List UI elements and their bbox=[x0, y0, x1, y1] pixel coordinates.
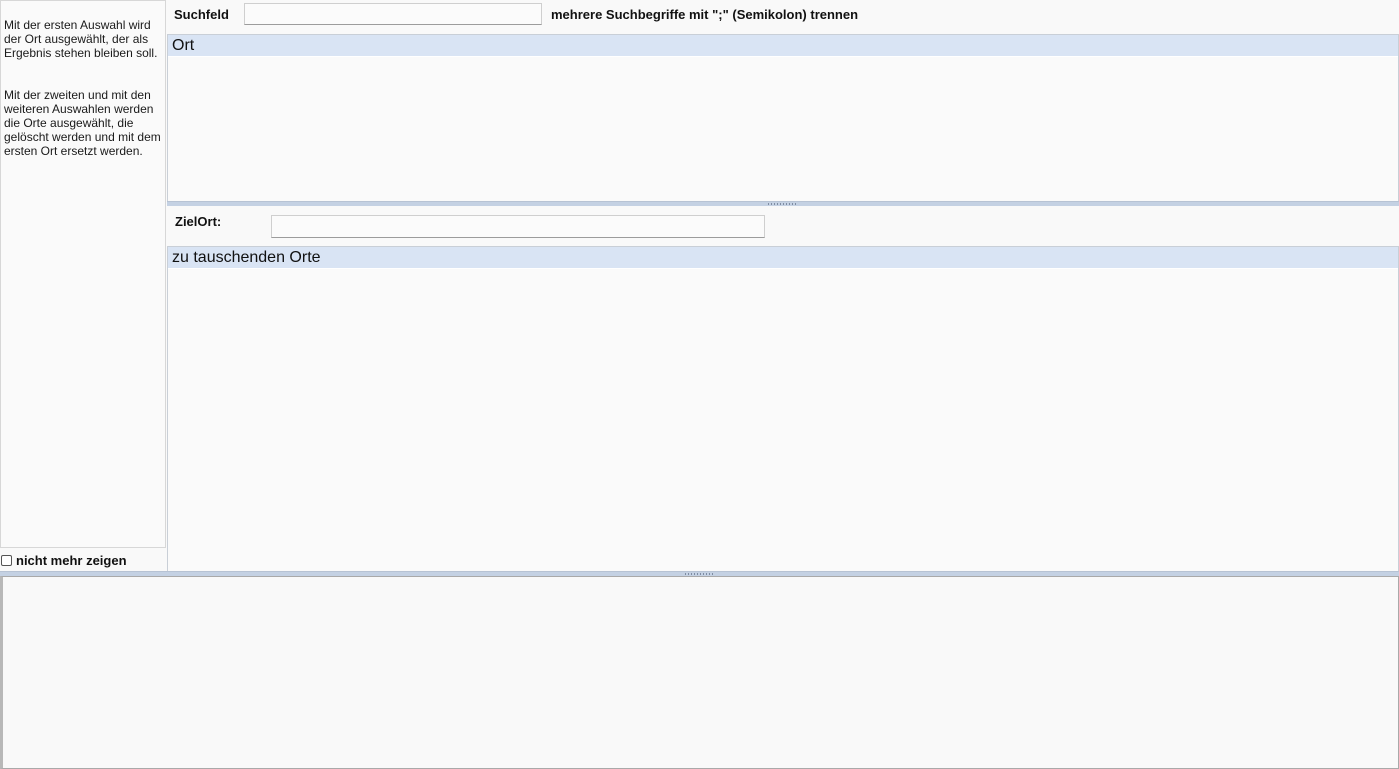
target-location-label: ZielOrt: bbox=[175, 214, 222, 229]
upper-splitter[interactable] bbox=[167, 201, 1399, 206]
locations-to-replace-panel[interactable]: zu tauschenden Orte bbox=[167, 246, 1399, 572]
ort-list-panel[interactable]: Ort bbox=[167, 34, 1399, 202]
splitter-grip-icon[interactable] bbox=[684, 573, 715, 575]
do-not-show-again[interactable]: nicht mehr zeigen bbox=[0, 549, 166, 571]
bottom-detail-panel bbox=[0, 576, 1399, 769]
help-panel: Mit der ersten Auswahl wird der Ort ausg… bbox=[0, 0, 166, 548]
search-hint: mehrere Suchbegriffe mit ";" (Semikolon)… bbox=[551, 7, 859, 22]
splitter-grip-icon[interactable] bbox=[768, 203, 798, 205]
location-merge-window: Mit der ersten Auswahl wird der Ort ausg… bbox=[0, 0, 1399, 769]
help-text-first-selection: Mit der ersten Auswahl wird der Ort ausg… bbox=[4, 18, 158, 60]
search-label: Suchfeld bbox=[174, 7, 229, 22]
target-location-field[interactable] bbox=[271, 215, 765, 238]
ort-list-header[interactable]: Ort bbox=[168, 35, 1398, 57]
do-not-show-again-label: nicht mehr zeigen bbox=[16, 552, 127, 568]
help-text-further-selections: Mit der zweiten und mit den weiteren Aus… bbox=[4, 88, 161, 158]
locations-to-replace-header[interactable]: zu tauschenden Orte bbox=[168, 247, 1398, 269]
search-input[interactable] bbox=[244, 3, 542, 25]
do-not-show-again-checkbox[interactable] bbox=[1, 554, 12, 566]
